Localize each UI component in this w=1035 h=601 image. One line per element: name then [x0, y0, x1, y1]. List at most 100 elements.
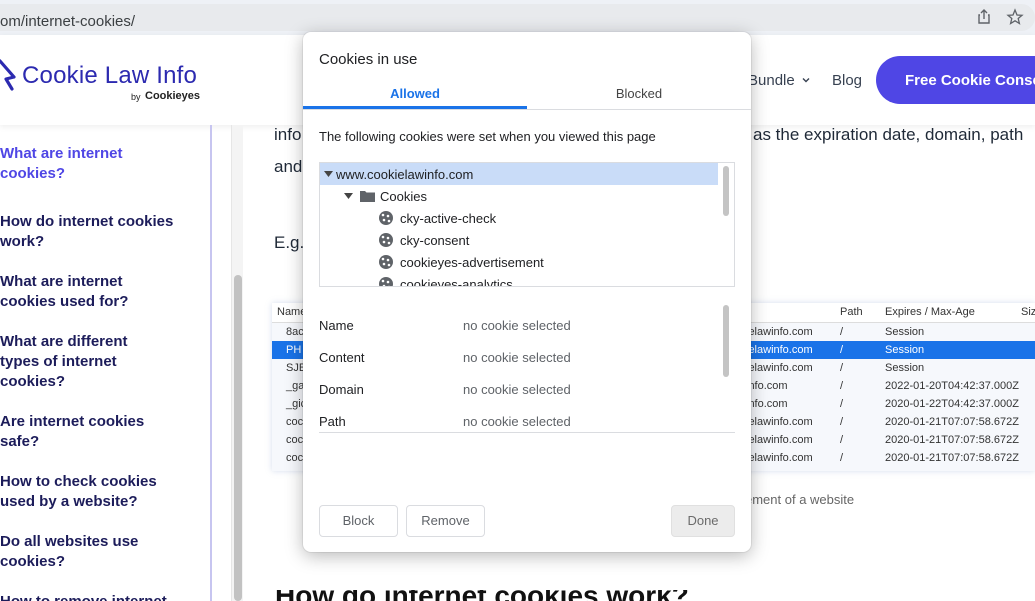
table-cell-domain: ielawinfo.com	[746, 362, 813, 374]
tree-cookie-label: cookieyes-analytics	[400, 277, 513, 287]
toc-item[interactable]: How to remove internet	[0, 592, 200, 601]
toc-item[interactable]: How to check cookies used by a website?	[0, 472, 200, 512]
table-cell-path: /	[840, 398, 844, 410]
detail-row: Name no cookie selected	[319, 315, 719, 335]
detail-value: no cookie selected	[463, 382, 571, 397]
dialog-description: The following cookies were set when you …	[319, 129, 656, 144]
free-cookie-consent-button[interactable]: Free Cookie Consent	[876, 56, 1035, 104]
cookie-icon	[379, 233, 393, 247]
details-scrollbar[interactable]	[720, 305, 732, 431]
browser-toolbar: om/internet-cookies/	[0, 0, 1035, 35]
table-cell-domain: ielawinfo.com	[746, 344, 813, 356]
share-icon[interactable]	[975, 8, 993, 26]
toc-item-line: cookies?	[0, 165, 66, 182]
sidebar-scrollbar[interactable]	[231, 125, 243, 601]
star-icon[interactable]	[1006, 8, 1024, 26]
logo-by: by	[131, 92, 141, 102]
tree-scrollbar[interactable]	[720, 163, 732, 286]
chevron-down-icon[interactable]	[801, 75, 811, 85]
detail-row: Path no cookie selected	[319, 411, 719, 431]
toc-item-line: work?	[0, 233, 45, 250]
cookie-icon	[379, 255, 393, 269]
detail-value: no cookie selected	[463, 350, 571, 365]
triangle-down-icon[interactable]	[324, 170, 333, 178]
table-cell-name: PH	[286, 344, 302, 356]
cookie-tree[interactable]: www.cookielawinfo.com Cookies cky-active…	[319, 162, 735, 287]
tab-divider	[303, 109, 751, 110]
toc-item-line: What are internet	[0, 145, 123, 162]
table-cell-expires: 2020-01-21T07:07:58.672Z	[885, 452, 1019, 464]
table-cell-domain: ielawinfo.com	[746, 452, 813, 464]
toc-item-line: Do all websites use	[0, 533, 139, 550]
address-bar[interactable]: om/internet-cookies/	[0, 4, 1035, 31]
tree-item-cookie[interactable]: cookieyes-analytics	[320, 273, 718, 287]
toc-item[interactable]: Are internet cookies safe?	[0, 412, 200, 452]
toc-item-line: What are internet	[0, 273, 123, 290]
table-of-contents: What are internet cookies? How do internet…	[0, 125, 212, 601]
table-cell-expires: Session	[885, 344, 925, 356]
toc-item[interactable]: Do all websites use cookies?	[0, 532, 200, 572]
table-cell-path: /	[840, 452, 844, 464]
toc-item-line: Are internet cookies	[0, 413, 145, 430]
header-path: Path	[840, 306, 863, 318]
details-scroll-thumb[interactable]	[723, 305, 729, 377]
detail-row: Domain no cookie selected	[319, 379, 719, 399]
table-cell-domain: ielawinfo.com	[746, 434, 813, 446]
triangle-down-icon[interactable]	[344, 192, 353, 200]
detail-key: Content	[319, 350, 365, 365]
toc-item[interactable]: What are different types of internet cooki…	[0, 332, 200, 392]
article-text-line2: and	[274, 157, 303, 176]
nav-bundle[interactable]: Bundle	[748, 72, 795, 89]
logo-text[interactable]: Cookie Law Info	[22, 62, 197, 90]
tree-item-cookie[interactable]: cky-consent	[320, 229, 718, 251]
table-cell-expires: 2020-01-22T04:42:37.000Z	[885, 398, 1019, 410]
table-cell-path: /	[840, 380, 844, 392]
table-cell-expires: 2020-01-21T07:07:58.672Z	[885, 434, 1019, 446]
article-text-line1-left: info	[274, 125, 302, 144]
nav-blog[interactable]: Blog	[832, 72, 862, 89]
table-cell-expires: Session	[885, 362, 925, 374]
table-cell-domain: ielawinfo.com	[746, 326, 813, 338]
cookies-in-use-dialog: Cookies in use Allowed Blocked The follo…	[303, 32, 751, 552]
tree-cookie-label: cookieyes-advertisement	[400, 255, 544, 270]
table-cell-expires: 2022-01-20T04:42:37.000Z	[885, 380, 1019, 392]
cta-label: Free Cookie Consent	[905, 72, 1035, 89]
url-text[interactable]: om/internet-cookies/	[0, 13, 135, 30]
article-text-line1-right: as the expiration date, domain, path	[753, 125, 1024, 144]
tree-item-domain[interactable]: www.cookielawinfo.com	[320, 163, 718, 185]
toc-item-line: cookies?	[0, 373, 66, 390]
tree-item-cookie[interactable]: cky-active-check	[320, 207, 718, 229]
block-button[interactable]: Block	[319, 505, 398, 537]
toc-item[interactable]: What are internet cookies?	[0, 144, 200, 184]
image-caption: ement of a website	[745, 492, 855, 507]
done-button[interactable]: Done	[671, 505, 735, 537]
table-cell-name: coc	[286, 416, 304, 428]
toc-item-line: How do internet cookies	[0, 213, 174, 230]
tab-blocked[interactable]: Blocked	[527, 86, 751, 110]
article-eg: E.g.	[274, 233, 305, 252]
tree-scroll-thumb[interactable]	[723, 166, 729, 216]
toc-item[interactable]: What are internet cookies used for?	[0, 272, 200, 312]
sidebar-scroll-thumb[interactable]	[234, 275, 242, 601]
toc-item-line: cookies?	[0, 553, 66, 570]
detail-value: no cookie selected	[463, 318, 571, 333]
table-cell-path: /	[840, 326, 844, 338]
toc-item-line: used by a website?	[0, 493, 138, 510]
table-cell-path: /	[840, 434, 844, 446]
table-cell-name: 8ac	[286, 326, 304, 338]
detail-value: no cookie selected	[463, 414, 571, 429]
remove-button[interactable]: Remove	[406, 505, 485, 537]
toc-item[interactable]: How do internet cookies work?	[0, 212, 200, 252]
toc-item-line: What are different	[0, 333, 128, 350]
table-cell-path: /	[840, 344, 844, 356]
table-cell-path: /	[840, 416, 844, 428]
tree-cookie-label: cky-consent	[400, 233, 470, 248]
tree-domain-label: www.cookielawinfo.com	[336, 167, 474, 182]
detail-key: Path	[319, 414, 346, 429]
tree-item-folder[interactable]: Cookies	[320, 185, 718, 207]
table-cell-domain: info.com	[746, 398, 788, 410]
table-cell-name: coc	[286, 452, 304, 464]
cookie-icon	[379, 277, 393, 286]
tree-item-cookie[interactable]: cookieyes-advertisement	[320, 251, 718, 273]
table-cell-domain: ielawinfo.com	[746, 416, 813, 428]
